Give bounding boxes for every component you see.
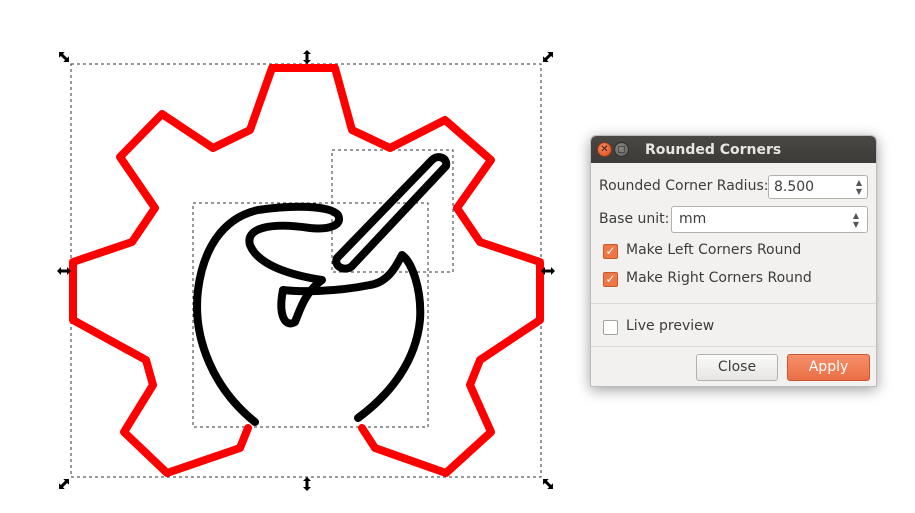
window-maximize-icon[interactable]: ◻ <box>614 142 629 157</box>
base-unit-label: Base unit: <box>599 211 670 227</box>
right-corners-checkbox[interactable]: ✓ <box>603 272 618 287</box>
resize-handle-top-left[interactable] <box>56 49 72 65</box>
base-unit-select[interactable]: mm ▲ ▼ <box>671 206 868 233</box>
left-corners-checkbox[interactable]: ✓ <box>603 244 618 259</box>
rounded-corners-dialog: ✕ ◻ Rounded Corners Rounded Corner Radiu… <box>590 135 877 387</box>
gear-outline-shape[interactable] <box>69 64 544 477</box>
separator <box>591 346 876 347</box>
brush-handle-shape[interactable] <box>332 153 451 273</box>
resize-handle-bottom-right[interactable] <box>540 476 556 492</box>
resize-handle-bottom-left[interactable] <box>56 476 72 492</box>
window-close-icon[interactable]: ✕ <box>597 142 612 157</box>
brush-bounding-box <box>331 149 454 273</box>
radius-label: Rounded Corner Radius: <box>599 178 769 194</box>
dialog-title: Rounded Corners <box>645 142 782 158</box>
dialog-titlebar[interactable]: ✕ ◻ Rounded Corners <box>591 136 876 163</box>
left-corners-label[interactable]: Make Left Corners Round <box>626 242 801 258</box>
apple-outline-shape[interactable] <box>193 202 425 426</box>
spin-arrows-icon[interactable]: ▲ ▼ <box>853 178 865 196</box>
resize-handle-top[interactable] <box>303 50 311 64</box>
radius-spinbox[interactable]: 8.500 ▲ ▼ <box>768 175 868 199</box>
select-arrows-icon: ▲ ▼ <box>852 211 860 229</box>
close-button[interactable]: Close <box>696 354 778 381</box>
radius-value[interactable]: 8.500 <box>774 179 814 195</box>
apply-button[interactable]: Apply <box>787 354 870 381</box>
resize-handle-left[interactable] <box>57 267 71 275</box>
base-unit-value: mm <box>679 211 707 227</box>
selection-bounding-box <box>70 63 542 478</box>
separator <box>591 303 876 304</box>
live-preview-checkbox[interactable] <box>603 320 618 335</box>
resize-handle-bottom[interactable] <box>303 477 311 491</box>
live-preview-label[interactable]: Live preview <box>626 318 714 334</box>
resize-handle-top-right[interactable] <box>540 49 556 65</box>
right-corners-label[interactable]: Make Right Corners Round <box>626 270 812 286</box>
